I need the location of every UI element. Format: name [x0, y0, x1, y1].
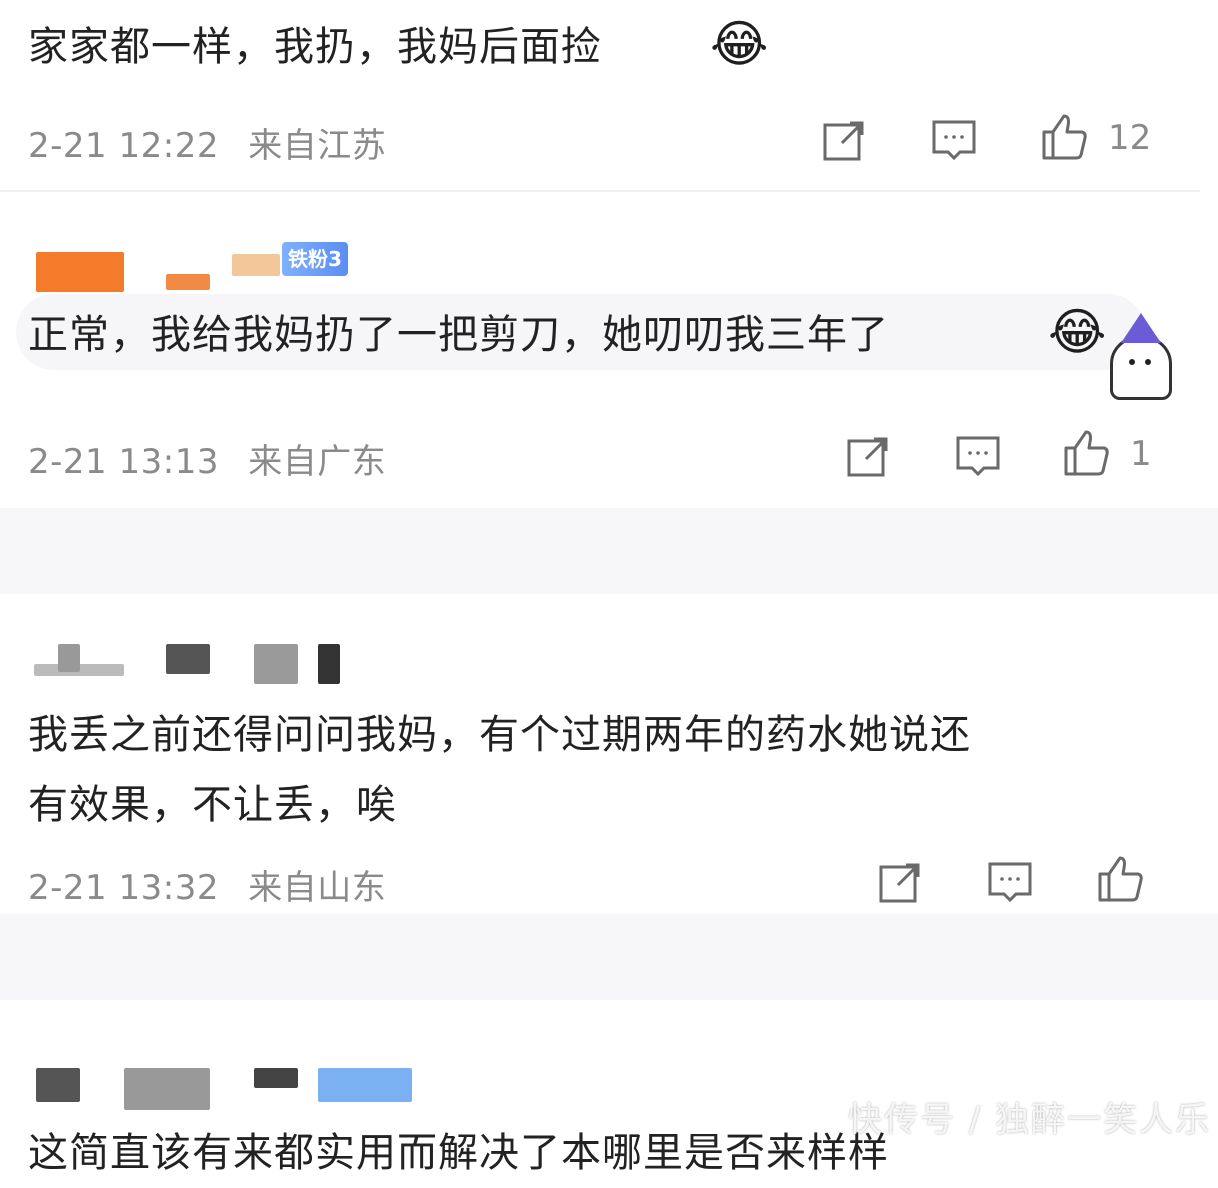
like-button[interactable] — [1040, 112, 1088, 160]
share-icon — [847, 437, 888, 477]
comment-time: 2-21 13:13 — [28, 442, 219, 482]
like-button[interactable] — [1062, 428, 1110, 476]
reply-button[interactable] — [954, 432, 1002, 480]
thumbs-up-icon — [1098, 856, 1143, 902]
comment-3-text: 我丢之前还得问问我妈，有个过期两年的药水她说还 有效果，不让丢，唉 — [28, 712, 971, 828]
fan-level-badge: 铁粉3 — [282, 242, 348, 276]
username-redacted-2 — [166, 274, 210, 290]
username-redacted-3 — [166, 644, 210, 674]
thumbs-up-icon — [1064, 430, 1109, 476]
username-redacted — [36, 252, 124, 292]
comment-3-meta: 2-21 13:32 来自山东 — [28, 860, 386, 909]
comment-icon — [988, 862, 1032, 903]
share-button[interactable] — [844, 432, 892, 480]
username-redacted-4 — [318, 1068, 412, 1102]
username-redacted-3 — [232, 254, 280, 276]
like-count: 1 — [1130, 434, 1152, 474]
comment-location: 来自广东 — [248, 442, 387, 482]
section-gap — [0, 914, 1218, 1000]
reply-button[interactable] — [930, 116, 978, 164]
like-count: 12 — [1108, 118, 1152, 158]
thumbs-up-icon — [1042, 114, 1087, 160]
ghost-sticker-icon — [1110, 313, 1172, 400]
comment-time: 2-21 13:32 — [28, 868, 219, 908]
share-button[interactable] — [820, 116, 868, 164]
section-gap — [0, 508, 1218, 594]
laughing-crying-emoji: 😂 — [710, 15, 769, 73]
share-icon — [823, 121, 864, 161]
comment-time: 2-21 12:22 — [28, 126, 219, 166]
comment-2-text: 正常，我给我妈扔了一把剪刀，她叨叨我三年了 — [28, 312, 889, 358]
share-icon — [879, 863, 920, 903]
comment-icon — [932, 120, 976, 161]
username-redacted — [36, 1068, 80, 1102]
like-button[interactable] — [1096, 854, 1144, 902]
comment-2-meta: 2-21 13:13 来自广东 — [28, 434, 386, 483]
username-redacted-3 — [254, 1068, 298, 1088]
comment-1-text: 家家都一样，我扔，我妈后面捡 — [28, 24, 602, 70]
username-redacted-2 — [58, 644, 80, 672]
share-button[interactable] — [876, 858, 924, 906]
watermark: 快传号 / 独醉一笑人乐 — [848, 1100, 1212, 1140]
comment-icon — [956, 436, 1000, 477]
comment-location: 来自江苏 — [248, 126, 387, 166]
comment-4-text-partial: 这简直该有来都实用而解决了本哪里是否来样样 — [28, 1130, 889, 1176]
username-redacted-2 — [124, 1068, 210, 1110]
laughing-emoji: 😂 — [1048, 303, 1107, 361]
comment-location: 来自山东 — [248, 868, 387, 908]
username-redacted-4 — [254, 644, 298, 684]
username-redacted-5 — [318, 644, 340, 684]
reply-button[interactable] — [986, 858, 1034, 906]
comment-1-meta: 2-21 12:22 来自江苏 — [28, 118, 386, 167]
divider — [0, 190, 1200, 192]
